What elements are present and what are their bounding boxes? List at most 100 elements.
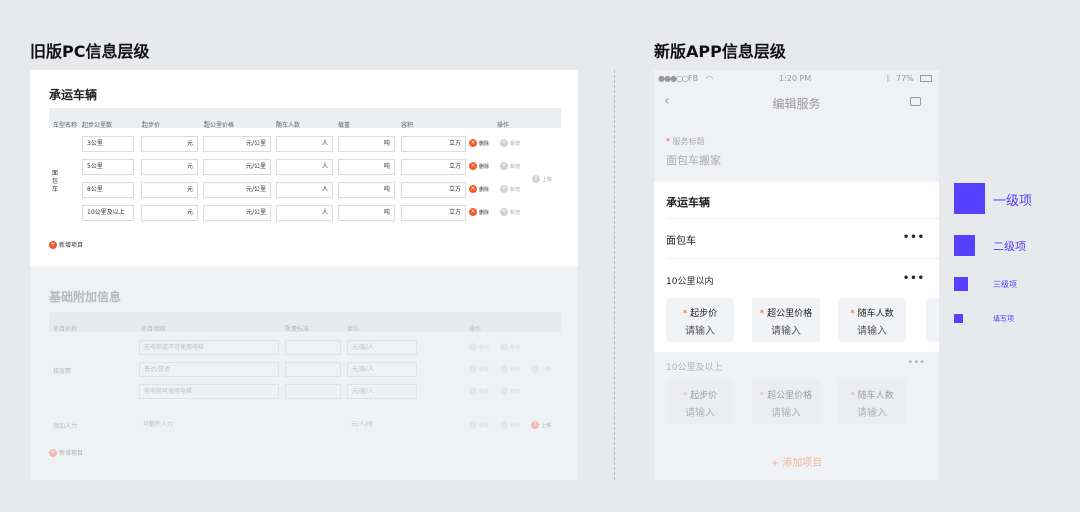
weight-input[interactable]: 吨 (338, 136, 395, 152)
delete-button[interactable]: 删除 (469, 387, 489, 395)
add-label: 新增 (510, 388, 521, 395)
people-input[interactable]: 人 (276, 159, 333, 175)
nav-title: 编辑服务 (772, 97, 821, 111)
add-button[interactable]: + 新增 (500, 208, 520, 216)
column-label: 项目名称 (53, 326, 78, 333)
column-label: 容积 (401, 122, 414, 129)
km-select[interactable]: 5公里 (82, 159, 134, 175)
service-title-input[interactable]: 面包车搬家 (666, 152, 721, 168)
weight-input[interactable]: 吨 (338, 159, 395, 175)
add-item-button[interactable]: + 新增项目 (49, 240, 83, 249)
delete-label: 删除 (479, 366, 490, 373)
add-project-button[interactable]: + 添加项目 (654, 454, 939, 469)
delete-button[interactable]: × 删除 (469, 208, 489, 216)
level1-swatch (954, 183, 985, 214)
people-input[interactable]: 人 (276, 205, 333, 221)
field-placeholder: 请输入 (685, 408, 715, 419)
card-title: 承运车辆 (666, 196, 710, 209)
volume-input[interactable]: 立方 (401, 205, 466, 221)
message-icon[interactable] (910, 97, 921, 106)
km-select[interactable]: 3公里 (82, 136, 134, 152)
move-up-button[interactable]: ↑ 上移 (531, 421, 551, 429)
section-title: 承运车辆 (49, 88, 98, 102)
distance-range: 10公里以内 (666, 277, 714, 287)
input-tile[interactable]: * 随车人数 请输入 (838, 380, 906, 424)
delete-button[interactable]: 删除 (469, 365, 489, 373)
up-arrow-icon: ↑ (531, 421, 539, 429)
column-label: 项目明细 (141, 326, 166, 333)
volume-input[interactable]: 立方 (401, 159, 466, 175)
table-row: 有电梯可使用电梯 元/层/人 删除 新增 (49, 384, 561, 400)
start-price-input[interactable]: 元 (141, 182, 198, 198)
table-header-2: 项目名称 项目明细 * 收费标准 单位 操作 (49, 312, 561, 333)
unit-cell[interactable]: 元/层/人 (347, 362, 417, 377)
input-tile-partial (926, 298, 939, 342)
bluetooth-icon: ᛒ (886, 74, 891, 83)
more-icon[interactable]: ••• (907, 357, 925, 368)
over-price-input[interactable]: 元/公里 (203, 136, 271, 152)
trash-icon: × (469, 208, 477, 216)
add-button[interactable]: + 新增 (500, 162, 520, 170)
column-label: 起步公里数 (82, 122, 113, 129)
move-up-button[interactable]: ↑ 上移 (532, 175, 552, 183)
add-button[interactable]: 新增 (500, 421, 520, 429)
people-input[interactable]: 人 (276, 182, 333, 198)
delete-button[interactable]: × 删除 (469, 185, 489, 193)
legend-label: 填写项 (993, 315, 1014, 323)
field-label: * 随车人数 (838, 306, 906, 319)
km-select[interactable]: 8公里 (82, 182, 134, 198)
add-label: 新增 (510, 186, 521, 193)
plus-icon: + (49, 448, 57, 457)
add-button[interactable]: + 新增 (500, 185, 520, 193)
delete-button[interactable]: 删除 (469, 343, 489, 351)
weight-input[interactable]: 吨 (338, 182, 395, 198)
unit-cell[interactable]: 元/层/人 (347, 340, 417, 355)
clock: 1:20 PM (779, 74, 812, 83)
input-tile[interactable]: * 起步价 请输入 (666, 298, 734, 342)
detail-cell[interactable]: 普达/货达 (139, 362, 279, 377)
start-price-input[interactable]: 元 (141, 136, 198, 152)
delete-button[interactable]: 删除 (469, 421, 489, 429)
delete-button[interactable]: × 删除 (469, 162, 489, 170)
detail-cell[interactable]: 无电梯或不可使用电梯 (139, 340, 279, 355)
add-item-label: 新增项目 (59, 450, 84, 457)
add-item-button[interactable]: + 新增项目 (49, 448, 83, 457)
level2-swatch (954, 235, 975, 256)
delete-label: 删除 (479, 388, 490, 395)
fee-cell[interactable] (285, 362, 341, 377)
move-up-button[interactable]: 上移 (531, 365, 551, 373)
table-row: 普达/货达 元/层/人 删除 新增 上移 (49, 362, 561, 378)
pc-panel: 承运车辆 车型名称 起步公里数 * 起步价 * 超公里价格 * 随车人数 载重 容积 操作 面包车 … (30, 70, 578, 480)
field-label-text: 随车人数 (857, 309, 894, 319)
fee-cell[interactable] (285, 340, 341, 355)
more-icon[interactable]: ••• (903, 273, 925, 284)
over-price-input[interactable]: 元/公里 (203, 205, 271, 221)
start-price-input[interactable]: 元 (141, 205, 198, 221)
unit-cell[interactable]: 元/层/人 (347, 384, 417, 399)
add-button[interactable]: + 新增 (500, 139, 520, 147)
volume-input[interactable]: 立方 (401, 182, 466, 198)
move-up-label: 上移 (541, 366, 552, 373)
level3-swatch (954, 277, 968, 291)
delete-button[interactable]: × 删除 (469, 139, 489, 147)
over-price-input[interactable]: 元/公里 (203, 159, 271, 175)
trash-icon: × (469, 139, 477, 147)
add-button[interactable]: 新增 (500, 387, 520, 395)
km-select[interactable]: 10公里及以上 (82, 205, 134, 221)
input-tile[interactable]: * 超公里价格 请输入 (752, 380, 820, 424)
input-tile[interactable]: * 随车人数 请输入 (838, 298, 906, 342)
start-price-input[interactable]: 元 (141, 159, 198, 175)
add-button[interactable]: 新增 (500, 343, 520, 351)
input-tile[interactable]: * 起步价 请输入 (666, 380, 734, 424)
fee-cell[interactable] (285, 384, 341, 399)
status-bar: ●●●○○ FB ◠ 1:20 PM ᛒ 77% (654, 70, 939, 88)
volume-input[interactable]: 立方 (401, 136, 466, 152)
more-icon[interactable]: ••• (903, 232, 925, 243)
people-input[interactable]: 人 (276, 136, 333, 152)
input-tile[interactable]: * 超公里价格 请输入 (752, 298, 820, 342)
over-price-input[interactable]: 元/公里 (203, 182, 271, 198)
table-row: 8公里元元/公里人吨立方 × 删除 + 新增 (49, 182, 561, 200)
add-button[interactable]: 新增 (500, 365, 520, 373)
weight-input[interactable]: 吨 (338, 205, 395, 221)
detail-cell[interactable]: 有电梯可使用电梯 (139, 384, 279, 399)
